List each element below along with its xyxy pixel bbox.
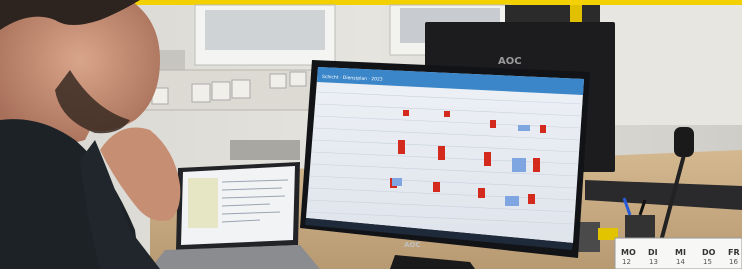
main-monitor-logo: AOC — [404, 241, 421, 249]
yellow-binder — [570, 5, 582, 23]
outlet-5 — [269, 73, 287, 89]
outlet-2 — [191, 83, 211, 103]
outlet-6 — [289, 71, 307, 87]
calendar-date: 12 — [622, 258, 631, 266]
outlet-4 — [231, 79, 251, 99]
calendar-date: 16 — [729, 258, 738, 266]
calendar-day: MO — [621, 248, 636, 257]
calendar-day: DI — [648, 248, 658, 257]
microphone-head — [674, 127, 694, 157]
laptop-window — [188, 178, 218, 228]
desk-tray — [230, 140, 300, 160]
calendar-date: 15 — [703, 258, 712, 266]
background-monitor-logo: AOC — [498, 56, 522, 67]
office-photo: AOC MO DI MI DO FR 12 13 14 15 16 Schich… — [0, 0, 742, 269]
outlet-3 — [211, 81, 231, 101]
calendar-day: DO — [702, 248, 716, 257]
calendar-date: 13 — [649, 258, 658, 266]
window-left-glass — [205, 10, 325, 50]
wall-right — [600, 5, 742, 125]
photo-canvas: AOC MO DI MI DO FR 12 13 14 15 16 Schich… — [0, 0, 742, 269]
calendar-day: MI — [675, 248, 686, 257]
calendar-date: 14 — [676, 258, 685, 266]
calendar-day: FR — [728, 248, 740, 257]
